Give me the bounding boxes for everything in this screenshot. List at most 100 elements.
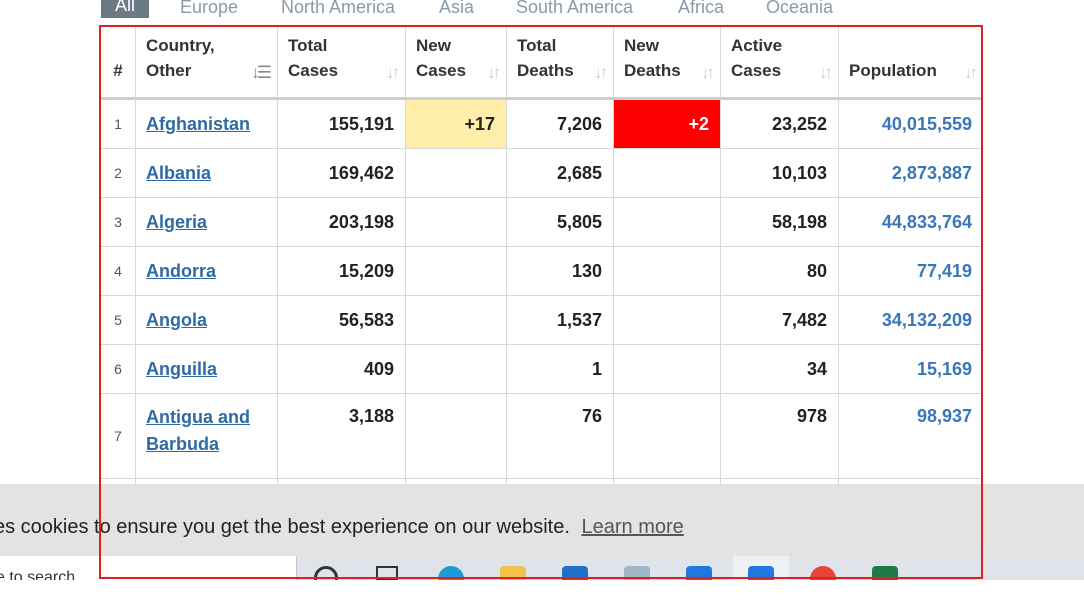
active-cases-cell: 7,482 [720, 295, 839, 345]
edge-browser-icon[interactable] [438, 566, 464, 580]
row-index: 1 [100, 98, 136, 149]
total-deaths-cell: 2,685 [506, 148, 614, 198]
table-row: 1 Afghanistan 155,191 +17 7,206 +2 23,25… [100, 98, 983, 149]
total-cases-cell: 203,198 [277, 197, 406, 247]
population-cell: 2,873,887 [838, 148, 983, 198]
table-row: 2 Albania 169,462 2,685 10,103 2,873,887 [100, 148, 983, 198]
taskbar-search-placeholder: e to search [0, 569, 76, 580]
app-icon[interactable] [686, 566, 712, 580]
header-country[interactable]: Country, Other ↓☰ [135, 26, 278, 100]
cookie-message: es cookies to ensure you get the best ex… [0, 516, 570, 538]
header-new-cases[interactable]: New Cases ↓↑ [405, 26, 507, 100]
new-deaths-cell [613, 295, 721, 345]
country-link[interactable]: Anguilla [146, 359, 217, 379]
row-index: 6 [100, 344, 136, 394]
tab-all[interactable]: All [101, 0, 150, 18]
country-link[interactable]: Angola [146, 310, 207, 330]
country-cell: Angola [135, 295, 278, 345]
active-cases-cell: 10,103 [720, 148, 839, 198]
tab-africa[interactable]: Africa [678, 0, 724, 18]
population-cell: 98,937 [838, 393, 983, 479]
country-cell: Antigua and Barbuda [135, 393, 278, 479]
country-link[interactable]: Algeria [146, 212, 207, 232]
country-link[interactable]: Albania [146, 163, 211, 183]
header-new-deaths[interactable]: New Deaths ↓↑ [613, 26, 721, 100]
sort-icon[interactable]: ↓↑ [819, 63, 833, 83]
cookie-consent-bar: es cookies to ensure you get the best ex… [0, 484, 1084, 558]
new-deaths-cell: +2 [613, 98, 721, 149]
sort-icon[interactable]: ↓↑ [594, 63, 608, 83]
active-cases-cell: 978 [720, 393, 839, 479]
tab-north-america[interactable]: North America [281, 0, 395, 18]
row-index: 7 [100, 393, 136, 479]
population-cell: 34,132,209 [838, 295, 983, 345]
country-cell: Albania [135, 148, 278, 198]
header-total-cases[interactable]: Total Cases ↓↑ [277, 26, 406, 100]
prime-video-icon[interactable] [562, 566, 588, 580]
active-cases-cell: 23,252 [720, 98, 839, 149]
active-cases-cell: 80 [720, 246, 839, 296]
total-cases-cell: 56,583 [277, 295, 406, 345]
country-link[interactable]: Afghanistan [146, 114, 250, 134]
population-cell: 15,169 [838, 344, 983, 394]
country-cell: Andorra [135, 246, 278, 296]
header-index[interactable]: # [100, 26, 136, 100]
total-deaths-cell: 5,805 [506, 197, 614, 247]
row-index: 4 [100, 246, 136, 296]
country-cell: Afghanistan [135, 98, 278, 149]
new-cases-cell [405, 148, 507, 198]
covid-table: # Country, Other ↓☰ Total Cases ↓↑ New Case… [100, 26, 983, 491]
population-cell: 44,833,764 [838, 197, 983, 247]
total-cases-cell: 409 [277, 344, 406, 394]
country-link[interactable]: Andorra [146, 261, 216, 281]
total-cases-cell: 169,462 [277, 148, 406, 198]
learn-more-link[interactable]: Learn more [581, 516, 683, 538]
total-deaths-cell: 1,537 [506, 295, 614, 345]
sort-icon[interactable]: ↓↑ [964, 63, 978, 83]
excel-icon[interactable] [872, 566, 898, 580]
new-deaths-cell [613, 246, 721, 296]
region-tabs: All Europe North America Asia South Amer… [0, 0, 1084, 22]
tab-europe[interactable]: Europe [180, 0, 238, 18]
new-cases-cell [405, 246, 507, 296]
sort-icon[interactable]: ↓↑ [701, 63, 715, 83]
table-row: 7 Antigua and Barbuda 3,188 76 978 98,937 [100, 393, 983, 479]
chrome-icon[interactable] [810, 566, 836, 580]
row-index: 3 [100, 197, 136, 247]
tab-asia[interactable]: Asia [439, 0, 474, 18]
table-row: 5 Angola 56,583 1,537 7,482 34,132,209 [100, 295, 983, 345]
taskbar-search-box[interactable]: e to search [0, 556, 297, 580]
table-row: 3 Algeria 203,198 5,805 58,198 44,833,76… [100, 197, 983, 247]
population-cell: 77,419 [838, 246, 983, 296]
notepad-icon[interactable] [624, 566, 650, 580]
new-deaths-cell [613, 148, 721, 198]
country-cell: Algeria [135, 197, 278, 247]
search-icon[interactable] [314, 566, 338, 580]
table-row: 4 Andorra 15,209 130 80 77,419 [100, 246, 983, 296]
table-header-row: # Country, Other ↓☰ Total Cases ↓↑ New Case… [100, 26, 983, 100]
total-cases-cell: 155,191 [277, 98, 406, 149]
tab-oceania[interactable]: Oceania [766, 0, 833, 18]
table-row: 6 Anguilla 409 1 34 15,169 [100, 344, 983, 394]
taskbar: e to search [0, 556, 1084, 580]
file-explorer-icon[interactable] [500, 566, 526, 580]
active-cases-cell: 58,198 [720, 197, 839, 247]
header-total-deaths[interactable]: Total Deaths ↓↑ [506, 26, 614, 100]
total-deaths-cell: 130 [506, 246, 614, 296]
new-cases-cell [405, 393, 507, 479]
new-cases-cell [405, 344, 507, 394]
new-deaths-cell [613, 197, 721, 247]
header-population[interactable]: Population ↓↑ [838, 26, 983, 100]
app-icon-active[interactable] [748, 566, 774, 580]
sort-asc-icon[interactable]: ↓☰ [251, 63, 272, 83]
population-cell: 40,015,559 [838, 98, 983, 149]
new-deaths-cell [613, 344, 721, 394]
sort-icon[interactable]: ↓↑ [386, 63, 400, 83]
country-cell: Anguilla [135, 344, 278, 394]
country-link[interactable]: Antigua and Barbuda [146, 407, 250, 454]
task-view-icon[interactable] [376, 566, 398, 580]
tab-south-america[interactable]: South America [516, 0, 633, 18]
total-cases-cell: 15,209 [277, 246, 406, 296]
sort-icon[interactable]: ↓↑ [487, 63, 501, 83]
header-active-cases[interactable]: Active Cases ↓↑ [720, 26, 839, 100]
